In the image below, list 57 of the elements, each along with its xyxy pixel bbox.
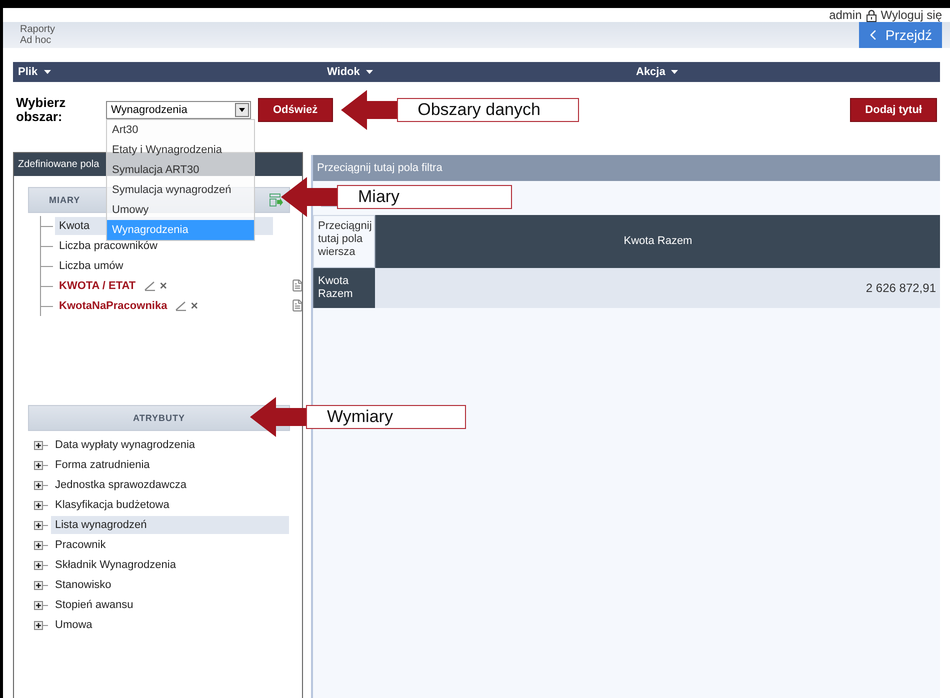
attribute-item[interactable]: Data wypłaty wynagrodzenia <box>51 436 200 454</box>
arrow-icon <box>250 397 308 437</box>
menu-item[interactable]: Akcja <box>631 62 684 82</box>
logout-link[interactable]: Wyloguj się <box>880 8 942 22</box>
attribute-item[interactable]: Stanowisko <box>51 576 116 594</box>
area-select[interactable]: Wynagrodzenia <box>106 101 251 119</box>
value-cell: 2 626 872,91 <box>375 268 940 308</box>
document-icon[interactable] <box>291 279 304 292</box>
edit-icon[interactable] <box>175 301 188 311</box>
expand-icon[interactable] <box>34 480 43 490</box>
header-title: Ad hoc <box>20 35 52 46</box>
measure-item[interactable]: Liczba pracowników <box>55 237 162 255</box>
attribute-item[interactable]: Jednostka sprawozdawcza <box>51 476 190 494</box>
expand-icon[interactable] <box>34 560 43 570</box>
area-label: Wybierz obszar: <box>16 96 67 124</box>
expand-icon[interactable] <box>34 520 43 530</box>
expand-icon[interactable] <box>34 580 43 590</box>
expand-icon[interactable] <box>34 500 43 510</box>
filter-drop-zone: Przeciągnij tutaj pola filtra <box>313 155 940 181</box>
callout-label: Obszary danych <box>396 98 579 122</box>
expand-icon[interactable] <box>34 600 43 610</box>
attribute-item[interactable]: Umowa <box>51 616 96 634</box>
arrow-icon <box>340 90 399 130</box>
document-icon[interactable] <box>291 299 304 312</box>
attribute-item[interactable]: Składnik Wynagrodzenia <box>51 556 180 574</box>
expand-icon[interactable] <box>34 540 43 550</box>
row-drop-zone: Przeciągnij tutaj pola wiersza <box>313 215 375 268</box>
measure-item[interactable]: KWOTA / ETAT <box>55 277 140 295</box>
callout-label: Miary <box>337 185 512 209</box>
measure-item[interactable]: KwotaNaPracownika <box>55 297 172 315</box>
header-title: Raporty <box>20 24 56 35</box>
row-header: Kwota Razem <box>313 268 375 308</box>
attribute-item[interactable]: Lista wynagrodzeń <box>51 516 289 534</box>
attribute-item[interactable]: Klasyfikacja budżetowa <box>51 496 174 514</box>
delete-icon[interactable] <box>160 281 169 291</box>
add-title-button[interactable]: Dodaj tytuł <box>850 98 937 122</box>
measure-item[interactable]: Liczba umów <box>55 257 128 275</box>
attribute-item[interactable]: Forma zatrudnienia <box>51 456 154 474</box>
go-button[interactable]: Przejdź <box>859 22 942 48</box>
menu-item[interactable]: Plik <box>13 62 56 82</box>
caret-icon <box>44 70 51 74</box>
expand-icon[interactable] <box>34 620 43 630</box>
refresh-button[interactable]: Odśwież <box>258 98 333 122</box>
expand-icon[interactable] <box>34 460 43 470</box>
attribute-item[interactable]: Stopień awansu <box>51 596 138 614</box>
caret-icon <box>671 70 678 74</box>
edit-icon[interactable] <box>144 281 156 291</box>
callout-label: Wymiary <box>306 405 466 429</box>
attribute-item[interactable]: Pracownik <box>51 536 110 554</box>
menu-item[interactable]: Widok <box>322 62 378 82</box>
dropdown-option[interactable]: Art30 <box>107 120 254 140</box>
column-header: Kwota Razem <box>375 215 940 268</box>
expand-icon[interactable] <box>34 440 43 450</box>
arrow-icon <box>281 177 339 217</box>
user-name: admin <box>829 8 862 22</box>
caret-icon <box>366 70 373 74</box>
delete-icon[interactable] <box>191 301 200 311</box>
